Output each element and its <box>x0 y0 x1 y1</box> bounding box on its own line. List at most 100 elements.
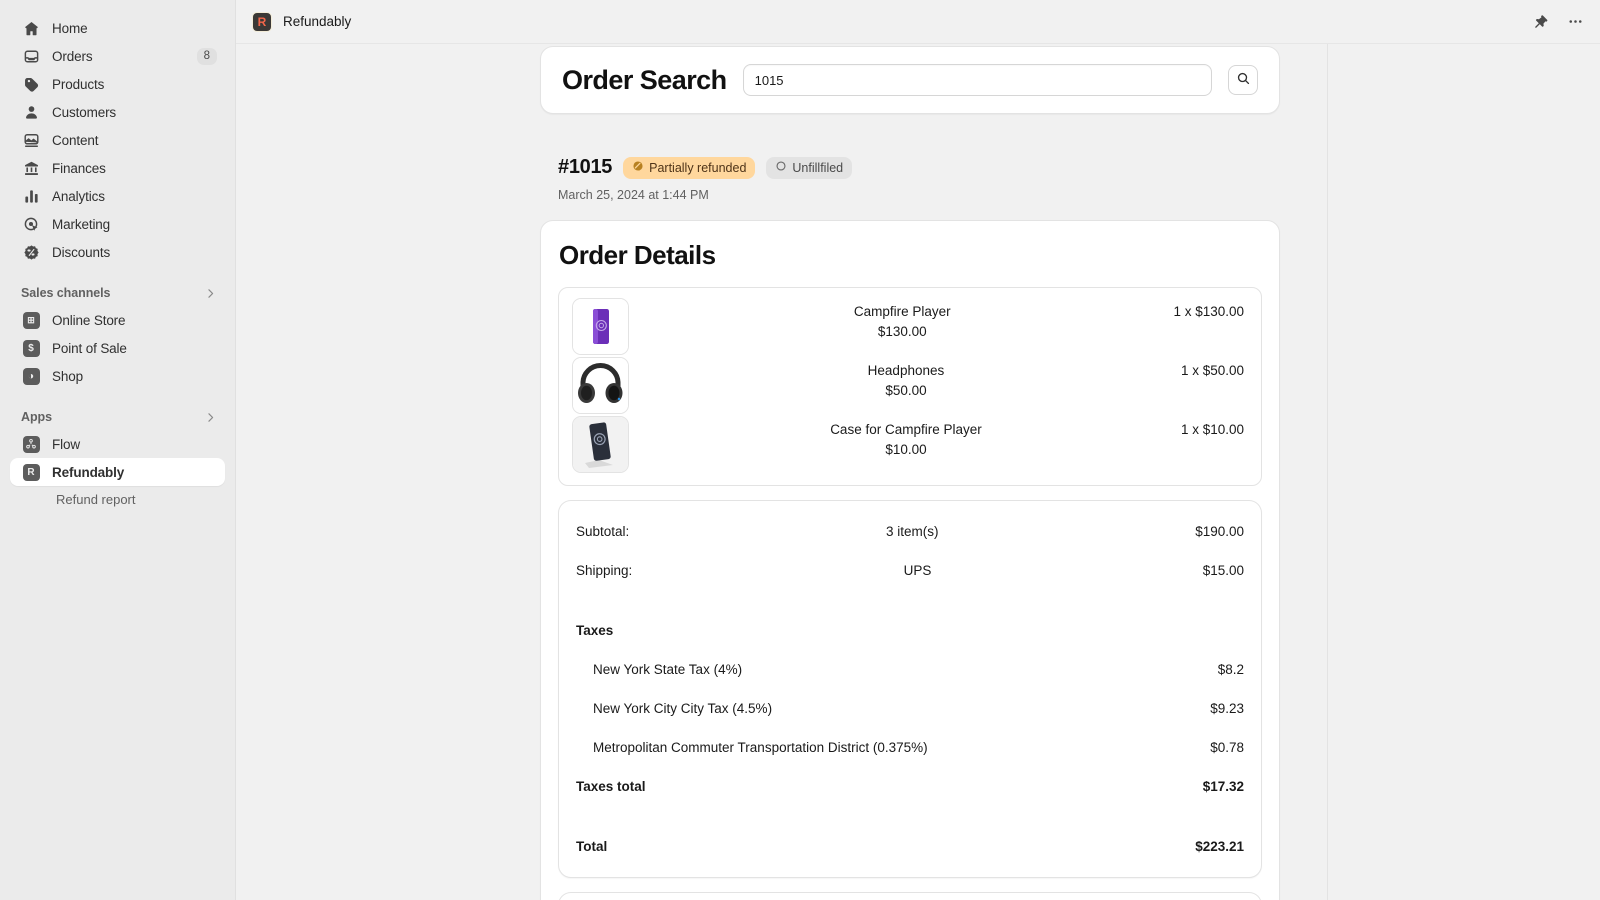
sidebar-spacer-1 <box>0 266 235 280</box>
target-cursor-icon <box>21 214 41 234</box>
sidebar-item-home[interactable]: Home <box>10 14 225 42</box>
storefront-icon: ⊞ <box>21 310 41 330</box>
sidebar-subitem-refund-report[interactable]: Refund report <box>10 486 225 512</box>
pin-icon[interactable] <box>1533 14 1549 30</box>
sidebar-item-label: Customers <box>52 105 116 120</box>
subtotal-label: Subtotal: <box>576 524 629 539</box>
line-item-name: Campfire Player <box>631 302 1173 322</box>
sidebar-item-label: Online Store <box>52 313 125 328</box>
sidebar-section-label: Apps <box>21 410 52 424</box>
subtotal-value: $190.00 <box>1195 524 1244 539</box>
flow-nodes-icon <box>21 434 41 454</box>
tax-value: $8.2 <box>1218 662 1244 677</box>
order-column: Order Search #1015 Partially refu <box>540 44 1280 900</box>
chevron-right-icon <box>204 287 217 300</box>
sidebar-item-content[interactable]: Content <box>10 126 225 154</box>
sidebar-section-sales-channels[interactable]: Sales channels <box>10 280 225 306</box>
headphones-thumb <box>572 357 629 414</box>
sidebar-item-refundably[interactable]: R Refundably <box>10 458 225 486</box>
tax-label: New York City City Tax (4.5%) <box>593 701 772 716</box>
order-date: March 25, 2024 at 1:44 PM <box>558 188 1280 202</box>
tax-row: New York State Tax (4%) $8.2 <box>576 650 1244 689</box>
sidebar: Home Orders 8 Products Customers C <box>0 0 236 900</box>
case-thumb <box>572 416 629 473</box>
sidebar-item-label: Marketing <box>52 217 110 232</box>
line-item-qty-price: 1 x $50.00 <box>1181 361 1244 381</box>
sidebar-item-finances[interactable]: Finances <box>10 154 225 182</box>
sidebar-item-label: Orders <box>52 49 92 64</box>
order-details-card: Order Details <box>540 220 1280 900</box>
orders-count-badge: 8 <box>197 48 217 65</box>
line-item-rows: Campfire Player $130.00 1 x $130.00 Head… <box>631 298 1261 475</box>
sidebar-section-apps[interactable]: Apps <box>10 404 225 430</box>
subtotal-item-count: 3 item(s) <box>629 524 1195 539</box>
taxes-section-label: Taxes <box>576 611 1244 650</box>
pos-glyph: $ <box>23 340 40 357</box>
sidebar-item-label: Analytics <box>52 189 105 204</box>
circle-slash-icon <box>632 160 644 175</box>
person-icon <box>21 102 41 122</box>
totals-row-subtotal: Subtotal: 3 item(s) $190.00 <box>576 512 1244 551</box>
line-item-info: Case for Campfire Player $10.00 <box>631 420 1181 460</box>
storefront-glyph: ⊞ <box>23 312 40 329</box>
refundably-glyph: R <box>23 464 40 481</box>
totals-row-total: Total $223.21 <box>576 827 1244 866</box>
line-item-unit-price: $10.00 <box>631 440 1181 460</box>
shipping-value: $15.00 <box>1203 563 1244 578</box>
taxes-total-label: Taxes total <box>576 779 646 794</box>
sidebar-item-point-of-sale[interactable]: $ Point of Sale <box>10 334 225 362</box>
total-value: $223.21 <box>1195 839 1244 854</box>
order-details-title: Order Details <box>559 240 1262 271</box>
flow-glyph <box>23 436 40 453</box>
tax-row: New York City City Tax (4.5%) $9.23 <box>576 689 1244 728</box>
line-item-unit-price: $50.00 <box>631 381 1181 401</box>
line-item-qty-price: 1 x $10.00 <box>1181 420 1244 440</box>
app-topbar: R Refundably <box>236 0 1600 44</box>
pos-receipt-icon: $ <box>21 338 41 358</box>
sidebar-item-label: Products <box>52 77 104 92</box>
sidebar-item-shop[interactable]: ◑ Shop <box>10 362 225 390</box>
panel-divider <box>1327 44 1328 900</box>
orders-inbox-icon <box>21 46 41 66</box>
sidebar-item-label: Refundably <box>52 465 124 480</box>
home-icon <box>21 18 41 38</box>
tax-label: Metropolitan Commuter Transportation Dis… <box>593 740 928 755</box>
sidebar-primary-nav: Home Orders 8 Products Customers C <box>0 14 235 266</box>
search-submit-button[interactable] <box>1228 65 1258 95</box>
line-item-qty-price: 1 x $130.00 <box>1173 302 1244 322</box>
topbar-actions <box>1533 13 1584 30</box>
tax-label: New York State Tax (4%) <box>593 662 742 677</box>
totals-row-shipping: Shipping: UPS $15.00 <box>576 551 1244 590</box>
sidebar-item-marketing[interactable]: Marketing <box>10 210 225 238</box>
sidebar-item-analytics[interactable]: Analytics <box>10 182 225 210</box>
line-items-box: Campfire Player $130.00 1 x $130.00 Head… <box>558 287 1262 486</box>
content-image-icon <box>21 130 41 150</box>
search-input[interactable] <box>743 64 1212 96</box>
sidebar-item-label: Home <box>52 21 87 36</box>
shipping-carrier: UPS <box>632 563 1202 578</box>
shop-glyph: ◑ <box>23 368 40 385</box>
chevron-right-icon <box>204 411 217 424</box>
taxes-heading: Taxes <box>576 623 613 638</box>
circle-outline-icon <box>775 160 787 175</box>
sidebar-item-flow[interactable]: Flow <box>10 430 225 458</box>
totals-row-taxes-total: Taxes total $17.32 <box>576 767 1244 806</box>
more-horizontal-icon[interactable] <box>1567 13 1584 30</box>
sidebar-item-orders[interactable]: Orders 8 <box>10 42 225 70</box>
sidebar-item-products[interactable]: Products <box>10 70 225 98</box>
order-header-row: #1015 Partially refunded Unfillfiled <box>558 156 1280 179</box>
paid-by-customer-card: Paid by customer $223.21 <box>558 892 1262 900</box>
status-badge-label: Unfillfiled <box>792 161 843 175</box>
status-badge-unfulfilled: Unfillfiled <box>766 157 852 179</box>
app-title: Refundably <box>283 14 351 29</box>
sidebar-item-label: Flow <box>52 437 80 452</box>
content-scroll-area[interactable]: Order Search #1015 Partially refu <box>236 44 1600 900</box>
line-item-row: Case for Campfire Player $10.00 1 x $10.… <box>631 416 1244 475</box>
line-item-name: Headphones <box>631 361 1181 381</box>
order-totals-card: Subtotal: 3 item(s) $190.00 Shipping: UP… <box>558 500 1262 878</box>
sidebar-item-discounts[interactable]: Discounts <box>10 238 225 266</box>
sidebar-item-label: Finances <box>52 161 106 176</box>
sidebar-item-online-store[interactable]: ⊞ Online Store <box>10 306 225 334</box>
sidebar-item-customers[interactable]: Customers <box>10 98 225 126</box>
refundably-app-icon: R <box>21 462 41 482</box>
